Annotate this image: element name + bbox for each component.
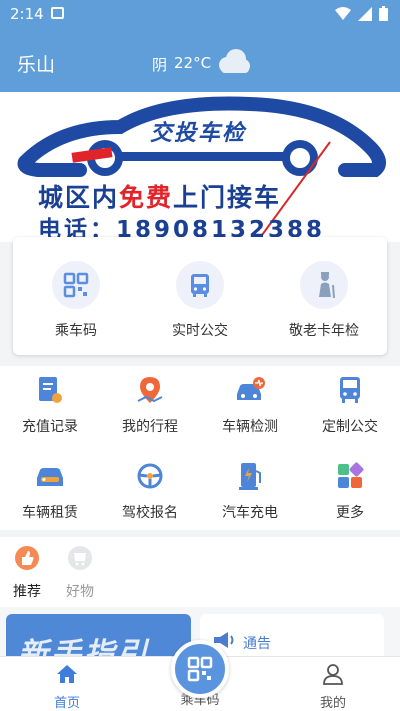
service-car-rental[interactable]: 车辆租赁 — [0, 460, 100, 522]
tab-label: 推荐 — [13, 584, 41, 600]
banner-headline-part: 城区内 — [38, 183, 120, 212]
wifi-icon — [335, 6, 351, 20]
banner-headline-part: 上门接车 — [173, 183, 282, 212]
more-apps-icon — [334, 460, 366, 492]
service-vehicle-inspection[interactable]: 车辆检测 — [200, 374, 300, 436]
charging-station-icon — [234, 460, 266, 492]
car-inspection-icon — [234, 374, 266, 406]
temperature-text: 22°C — [174, 54, 212, 72]
quick-action-elderly-card[interactable]: 敬老卡年检 — [269, 237, 379, 340]
quick-action-label: 实时公交 — [172, 323, 228, 339]
shop-cart-icon — [68, 546, 92, 570]
service-driving-school[interactable]: 驾校报名 — [100, 460, 200, 522]
notice-label: 通告 — [243, 636, 271, 652]
signal-icon — [358, 6, 372, 21]
service-label: 充值记录 — [22, 419, 78, 435]
weather-text: 阴 — [152, 56, 168, 74]
nav-label: 我的 — [319, 696, 346, 711]
ride-code-fab[interactable] — [171, 640, 229, 698]
service-label: 车辆检测 — [222, 419, 278, 435]
service-label: 定制公交 — [322, 419, 378, 435]
home-icon — [57, 665, 77, 683]
status-bar: 2:14 — [0, 0, 400, 28]
service-more[interactable]: 更多 — [300, 460, 400, 522]
custom-bus-icon — [334, 374, 366, 406]
tab-recommend[interactable]: 推荐 — [7, 545, 47, 601]
elderly-icon — [300, 261, 348, 309]
qr-code-icon — [187, 656, 213, 682]
user-icon — [323, 664, 343, 685]
nav-home[interactable]: 首页 — [32, 663, 102, 711]
image-notification-icon — [51, 7, 64, 19]
nav-mine[interactable]: 我的 — [298, 663, 368, 711]
thumbs-up-icon — [15, 546, 39, 570]
quick-action-label: 乘车码 — [55, 323, 97, 339]
promo-banner[interactable]: 交投车检 城区内免费上门接车 电话：18908132388 — [0, 92, 400, 243]
recommend-tabs: 推荐 好物 — [0, 537, 400, 607]
tab-goods[interactable]: 好物 — [60, 545, 100, 601]
system-icons — [335, 6, 388, 21]
service-custom-bus[interactable]: 定制公交 — [300, 374, 400, 436]
service-label: 我的行程 — [122, 419, 178, 435]
quick-action-realtime-bus[interactable]: 实时公交 — [145, 237, 255, 340]
service-label: 车辆租赁 — [22, 505, 78, 521]
services-grid: 充值记录 我的行程 车辆检测 定制公交 车辆租赁 驾校报名 汽车充电 更多 — [0, 366, 400, 530]
service-recharge-record[interactable]: 充值记录 — [0, 374, 100, 436]
city-selector[interactable]: 乐山 — [17, 50, 55, 77]
banner-headline: 城区内免费上门接车 — [38, 178, 281, 214]
banner-headline-highlight: 免费 — [119, 183, 174, 212]
qr-code-icon — [52, 261, 100, 309]
banner-logo-text: 交投车检 — [150, 121, 247, 146]
status-time: 2:14 — [10, 5, 44, 23]
service-label: 驾校报名 — [122, 505, 178, 521]
service-car-charging[interactable]: 汽车充电 — [200, 460, 300, 522]
service-my-trips[interactable]: 我的行程 — [100, 374, 200, 436]
car-rental-icon — [34, 460, 66, 492]
quick-actions-card: 乘车码 实时公交 敬老卡年检 — [13, 237, 387, 355]
battery-icon — [379, 6, 388, 21]
bus-icon — [176, 261, 224, 309]
tab-label: 好物 — [66, 584, 94, 600]
recharge-record-icon — [34, 374, 66, 406]
quick-action-label: 敬老卡年检 — [289, 323, 359, 339]
service-label: 更多 — [336, 505, 364, 521]
app-header: 乐山 阴 22°C — [0, 28, 400, 92]
cloud-icon — [219, 49, 250, 73]
location-pin-icon — [134, 374, 166, 406]
quick-action-ride-code[interactable]: 乘车码 — [21, 237, 131, 340]
service-label: 汽车充电 — [222, 505, 278, 521]
nav-label: 首页 — [53, 696, 80, 711]
steering-wheel-icon — [134, 460, 166, 492]
